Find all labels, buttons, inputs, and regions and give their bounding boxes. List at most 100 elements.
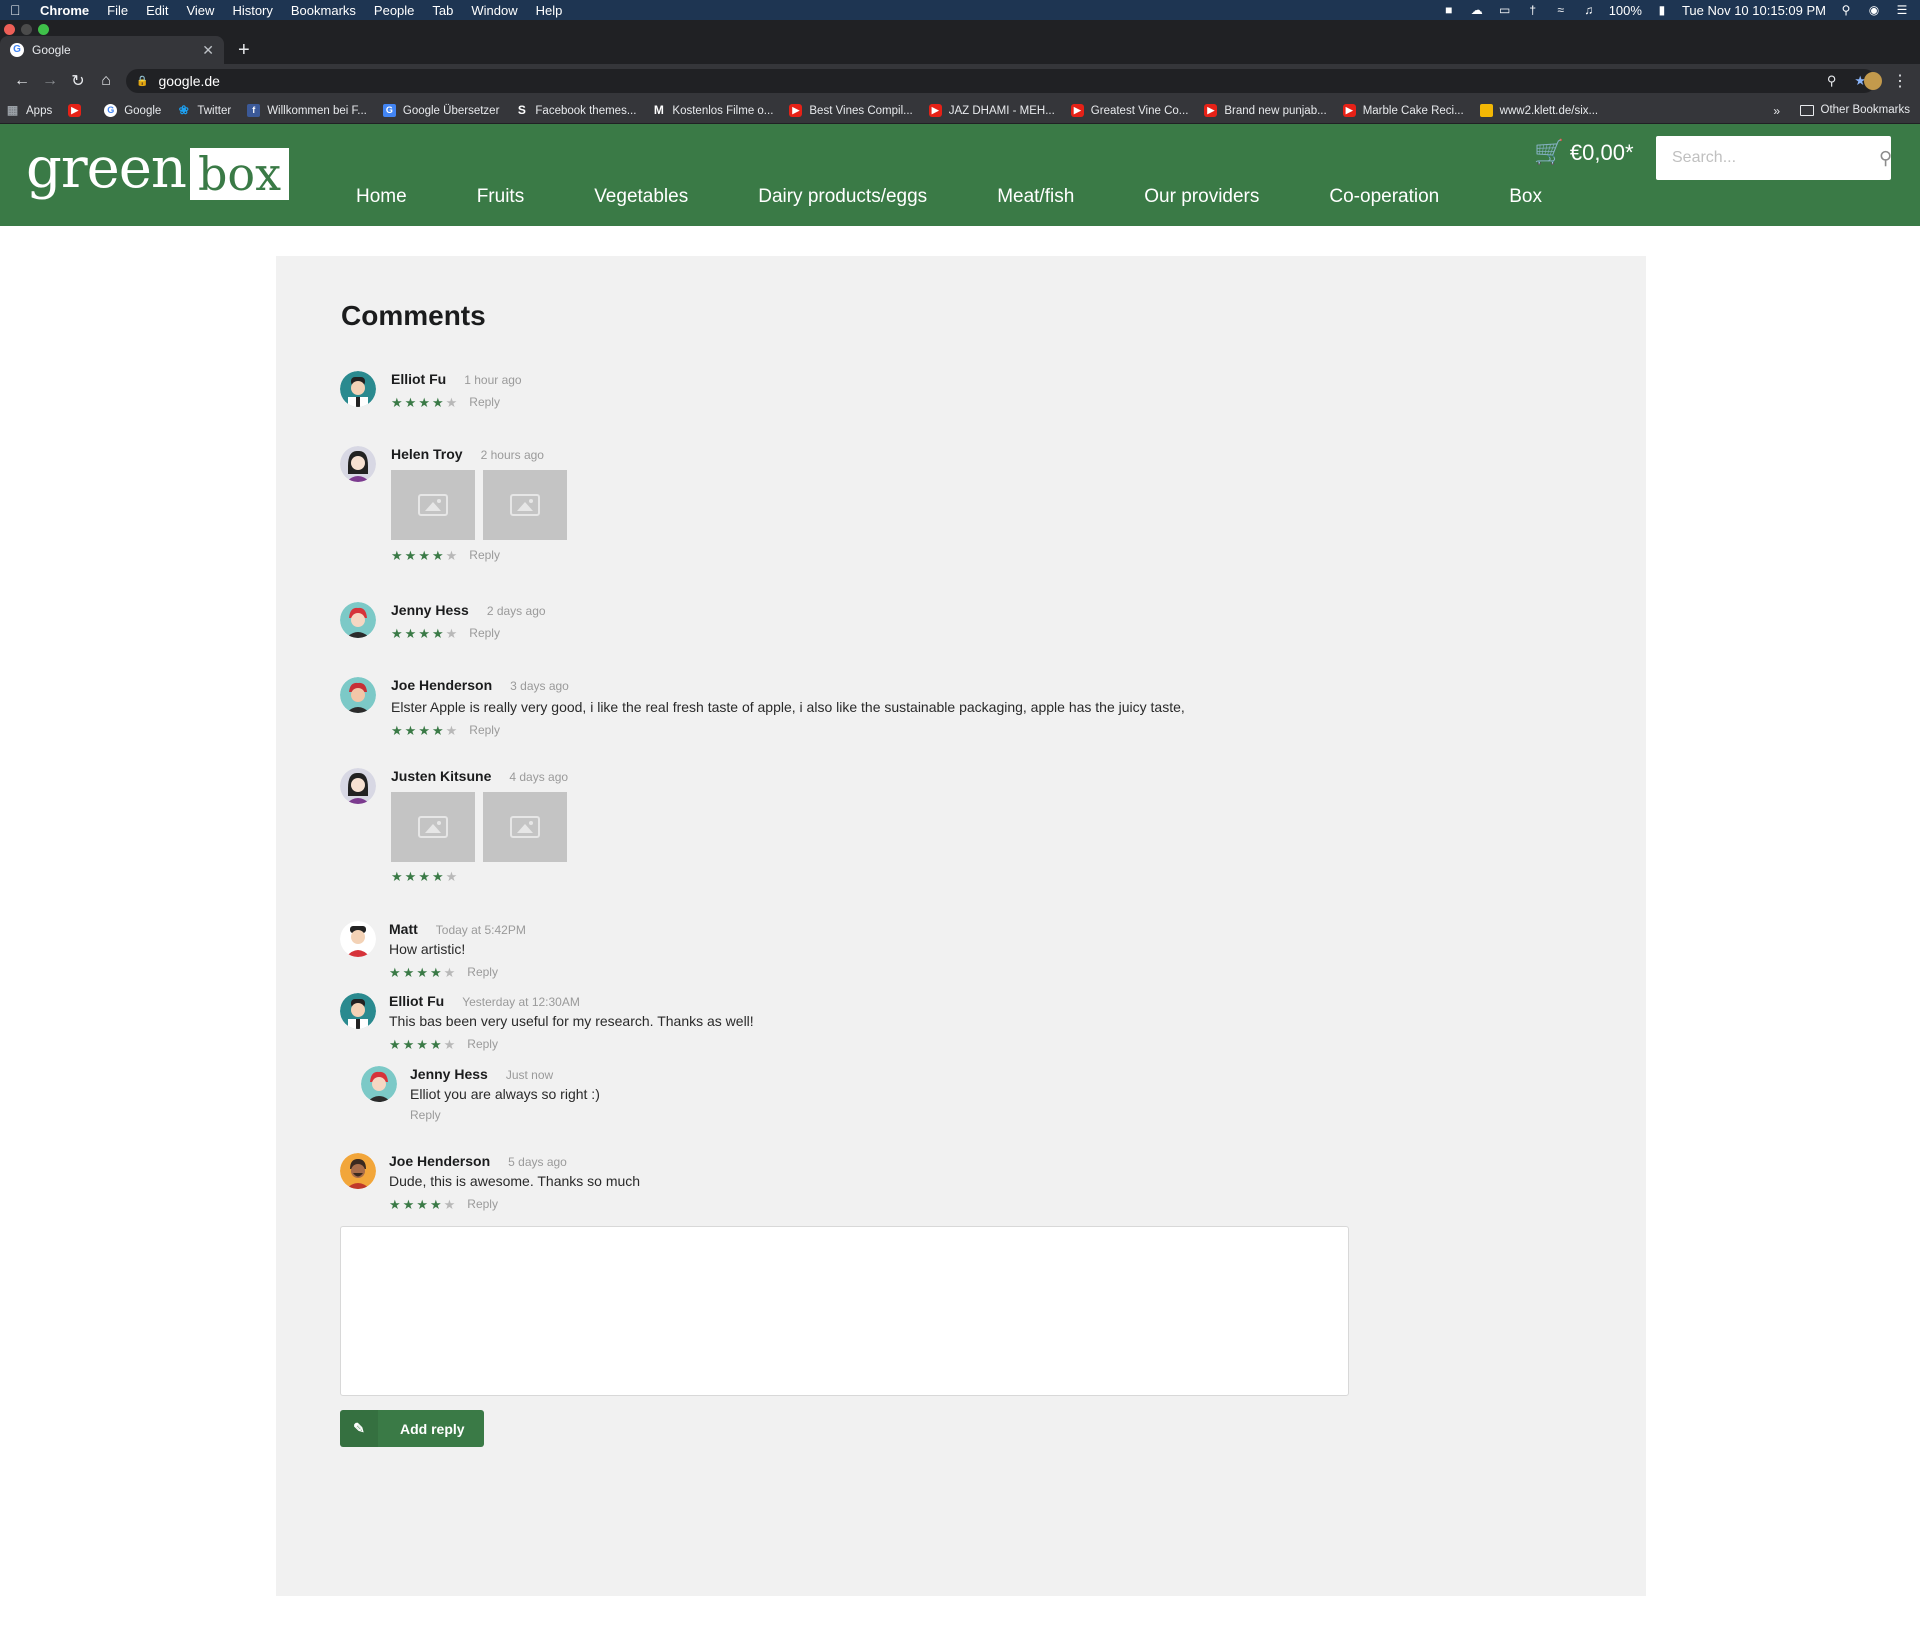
search-input[interactable] <box>1672 149 1879 167</box>
star-icon[interactable]: ★ <box>432 627 444 640</box>
star-icon[interactable]: ★ <box>432 870 444 883</box>
nav-meat-fish[interactable]: Meat/fish <box>997 186 1074 208</box>
menu-history[interactable]: History <box>232 3 272 18</box>
star-icon[interactable]: ★ <box>391 627 403 640</box>
star-icon[interactable]: ★ <box>444 1198 456 1211</box>
star-icon[interactable]: ★ <box>391 396 403 409</box>
bookmark-youtube[interactable]: ▶ <box>68 104 88 117</box>
location-icon[interactable]: ⚲ <box>1827 73 1837 89</box>
extension-icon[interactable] <box>1864 72 1882 90</box>
image-placeholder[interactable] <box>483 792 567 862</box>
star-icon[interactable]: ★ <box>405 396 417 409</box>
zoom-window-button[interactable] <box>38 24 49 35</box>
browser-tab[interactable]: G Google ✕ <box>0 36 224 64</box>
bookmark-marble-cake[interactable]: ▶ Marble Cake Reci... <box>1342 104 1464 117</box>
bookmark-twitter[interactable]: ❀ Twitter <box>177 104 231 117</box>
kebab-menu-icon[interactable]: ⋮ <box>1892 71 1908 91</box>
star-icon[interactable]: ★ <box>418 396 430 409</box>
avatar[interactable] <box>340 921 376 957</box>
battery-icon[interactable]: ▮ <box>1654 4 1670 16</box>
bookmark-apps[interactable]: ▦ Apps <box>6 104 52 117</box>
wifi-icon[interactable]: ≈ <box>1553 4 1569 16</box>
new-tab-icon[interactable]: + <box>238 40 250 60</box>
star-icon[interactable]: ★ <box>430 966 442 979</box>
reply-link[interactable]: Reply <box>469 723 500 737</box>
comment-author[interactable]: Jenny Hess <box>391 602 469 618</box>
avatar[interactable] <box>340 1153 376 1189</box>
avatar[interactable] <box>340 677 376 713</box>
menu-edit[interactable]: Edit <box>146 3 168 18</box>
cart-button[interactable]: 🛒 €0,00* <box>1534 138 1634 167</box>
reload-icon[interactable]: ↻ <box>64 71 92 91</box>
star-icon[interactable]: ★ <box>446 549 458 562</box>
star-icon[interactable]: ★ <box>403 1038 415 1051</box>
bookmark-fb-themes[interactable]: S Facebook themes... <box>515 104 637 117</box>
star-icon[interactable]: ★ <box>389 1038 401 1051</box>
menu-help[interactable]: Help <box>536 3 563 18</box>
bookmark-facebook[interactable]: f Willkommen bei F... <box>247 104 367 117</box>
greenbox-logo[interactable]: green box <box>26 138 290 200</box>
bookmark-google[interactable]: G Google <box>104 104 161 117</box>
home-icon[interactable]: ⌂ <box>92 72 120 90</box>
star-icon[interactable]: ★ <box>416 1198 428 1211</box>
star-icon[interactable]: ★ <box>446 627 458 640</box>
siri-icon[interactable]: ◉ <box>1866 4 1882 16</box>
star-icon[interactable]: ★ <box>418 549 430 562</box>
menu-people[interactable]: People <box>374 3 414 18</box>
comment-author[interactable]: Elliot Fu <box>391 371 446 387</box>
star-icon[interactable]: ★ <box>416 966 428 979</box>
star-icon[interactable]: ★ <box>430 1038 442 1051</box>
reply-link[interactable]: Reply <box>467 1197 498 1211</box>
nav-dairy[interactable]: Dairy products/eggs <box>758 186 927 208</box>
star-icon[interactable]: ★ <box>405 627 417 640</box>
star-icon[interactable]: ★ <box>418 724 430 737</box>
comment-author[interactable]: Jenny Hess <box>410 1066 488 1082</box>
bookmarks-overflow-button[interactable]: » <box>1773 104 1780 118</box>
notification-icon[interactable]: ■ <box>1441 4 1457 16</box>
star-icon[interactable]: ★ <box>391 549 403 562</box>
bluetooth-icon[interactable]: † <box>1525 4 1541 16</box>
star-icon[interactable]: ★ <box>389 1198 401 1211</box>
star-icon[interactable]: ★ <box>418 627 430 640</box>
nav-fruits[interactable]: Fruits <box>477 186 525 208</box>
menubar-clock[interactable]: Tue Nov 10 10:15:09 PM <box>1682 3 1826 18</box>
bookmark-translate[interactable]: G Google Übersetzer <box>382 104 499 117</box>
add-reply-button[interactable]: ✎ Add reply <box>340 1410 484 1447</box>
image-placeholder[interactable] <box>391 470 475 540</box>
bookmark-greatest-vine[interactable]: ▶ Greatest Vine Co... <box>1070 104 1188 117</box>
back-icon[interactable]: ← <box>8 72 36 90</box>
comment-author[interactable]: Elliot Fu <box>389 993 444 1009</box>
close-tab-icon[interactable]: ✕ <box>202 42 214 59</box>
comment-author[interactable]: Matt <box>389 921 418 937</box>
star-icon[interactable]: ★ <box>405 549 417 562</box>
menu-view[interactable]: View <box>186 3 214 18</box>
image-placeholder[interactable] <box>483 470 567 540</box>
bookmark-filme[interactable]: M Kostenlos Filme o... <box>652 104 773 117</box>
avatar[interactable] <box>340 371 376 407</box>
control-center-icon[interactable]: ☰ <box>1894 4 1910 16</box>
bookmark-punjab[interactable]: ▶ Brand new punjab... <box>1204 104 1327 117</box>
comment-author[interactable]: Justen Kitsune <box>391 768 491 784</box>
menu-tab[interactable]: Tab <box>432 3 453 18</box>
address-bar[interactable]: 🔒 google.de ⚲ ★ <box>126 69 1876 93</box>
reply-link[interactable]: Reply <box>469 548 500 562</box>
comment-author[interactable]: Joe Henderson <box>391 677 492 693</box>
star-icon[interactable]: ★ <box>389 966 401 979</box>
spotlight-icon[interactable]: ⚲ <box>1838 4 1854 16</box>
star-icon[interactable]: ★ <box>391 870 403 883</box>
nav-box[interactable]: Box <box>1509 186 1542 208</box>
forward-icon[interactable]: → <box>36 72 64 90</box>
reply-link[interactable]: Reply <box>469 626 500 640</box>
star-icon[interactable]: ★ <box>444 966 456 979</box>
star-icon[interactable]: ★ <box>405 724 417 737</box>
apple-icon[interactable]:  <box>10 3 24 17</box>
search-icon[interactable]: ⚲ <box>1879 148 1892 169</box>
star-icon[interactable]: ★ <box>432 724 444 737</box>
nav-vegetables[interactable]: Vegetables <box>594 186 688 208</box>
reply-textarea[interactable] <box>340 1226 1349 1396</box>
bookmark-vines[interactable]: ▶ Best Vines Compil... <box>789 104 913 117</box>
star-icon[interactable]: ★ <box>403 966 415 979</box>
menu-file[interactable]: File <box>107 3 128 18</box>
avatar[interactable] <box>340 768 376 804</box>
avatar[interactable] <box>340 602 376 638</box>
